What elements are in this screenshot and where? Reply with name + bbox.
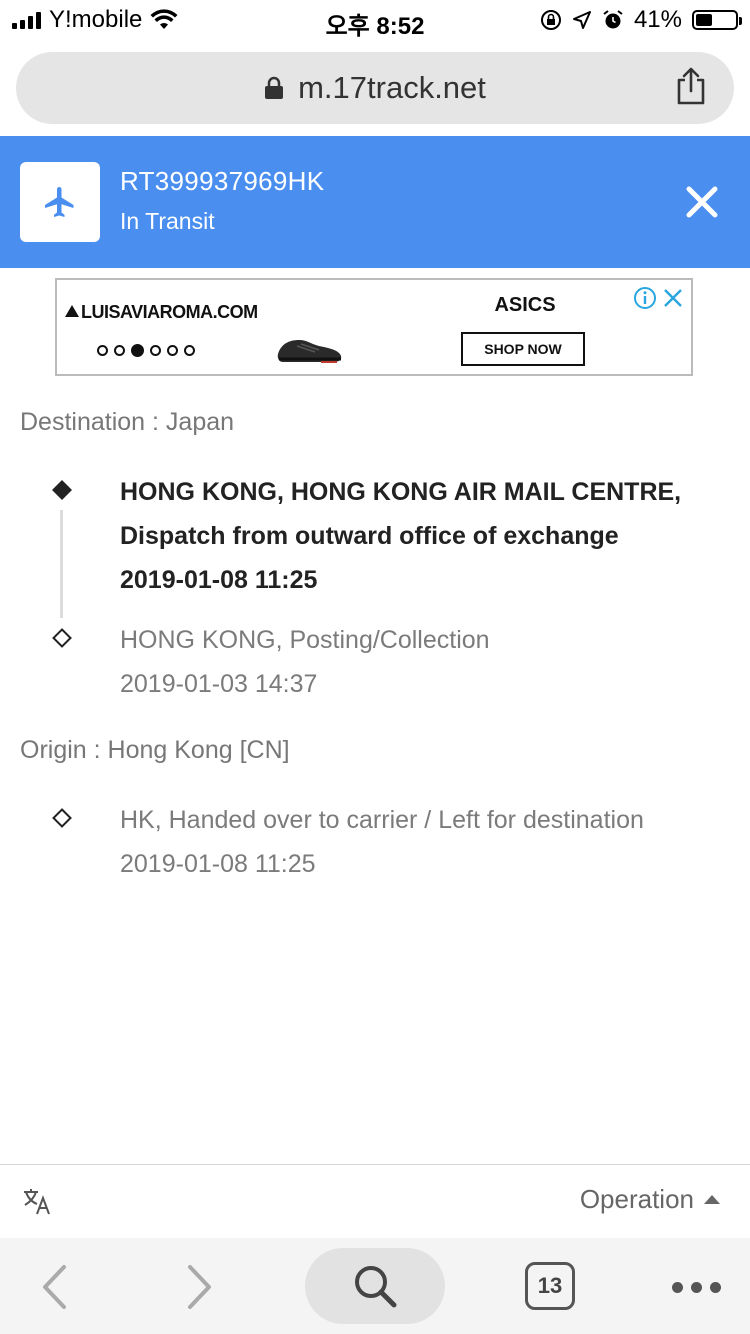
event-time: 2019-01-03 14:37 (120, 670, 318, 698)
event-location: HONG KONG, HONG KONG AIR MAIL CENTRE, (120, 478, 682, 506)
event-time: 2019-01-08 11:25 (120, 850, 316, 878)
battery-percent: 41% (633, 6, 682, 33)
ad-info-icon[interactable] (633, 286, 657, 310)
ad-title: ASICS (494, 294, 556, 316)
event-time: 2019-01-08 11:25 (120, 566, 318, 594)
event-marker-icon (52, 628, 72, 648)
forward-icon[interactable] (186, 1264, 214, 1310)
destination-label: Destination : Japan (20, 408, 235, 436)
search-icon (355, 1266, 397, 1308)
more-menu-icon[interactable] (672, 1282, 721, 1293)
carrier-badge (20, 162, 100, 242)
event-description: HONG KONG, Posting/Collection (120, 626, 490, 654)
ad-brand-logo: LUISAVIAROMA.COM (65, 302, 258, 323)
ad-close-icon[interactable] (661, 286, 685, 310)
ad-carousel-dots (97, 344, 195, 357)
orientation-lock-icon (540, 10, 561, 30)
tracking-event: HONG KONG, Posting/Collection 2019-01-03… (120, 618, 730, 706)
translate-icon[interactable] (22, 1186, 52, 1216)
latest-event-marker-icon (52, 480, 72, 500)
url-text: m.17track.net (298, 70, 486, 105)
search-button[interactable] (305, 1248, 445, 1324)
carousel-dot[interactable] (167, 345, 178, 356)
location-icon (572, 11, 591, 29)
tracking-number: RT399937969HK (120, 166, 325, 196)
carousel-dot[interactable] (184, 345, 195, 356)
operation-menu-button[interactable]: Operation (580, 1184, 720, 1215)
caret-up-icon (704, 1195, 720, 1204)
battery-icon (692, 10, 742, 30)
carousel-dot[interactable] (150, 345, 161, 356)
event-description: HK, Handed over to carrier / Left for de… (120, 806, 644, 834)
carousel-dot[interactable] (114, 345, 125, 356)
timeline-line (60, 510, 63, 618)
back-icon[interactable] (40, 1264, 68, 1310)
tracking-event: HK, Handed over to carrier / Left for de… (120, 798, 730, 886)
shipment-status: In Transit (120, 208, 215, 234)
status-bar: Y!mobile 오후 8:52 41% (0, 0, 750, 40)
airplane-icon (45, 187, 74, 217)
browser-toolbar: 13 (0, 1238, 750, 1334)
close-icon[interactable] (684, 184, 720, 220)
operation-label: Operation (579, 1184, 694, 1214)
address-bar[interactable]: m.17track.net (16, 52, 734, 124)
event-marker-icon (52, 808, 72, 828)
shoe-image (277, 340, 342, 363)
shop-now-button[interactable]: SHOP NOW (461, 332, 585, 366)
tabs-button[interactable]: 13 (525, 1262, 575, 1310)
ad-banner[interactable]: LUISAVIAROMA.COM ASICS SHOP NOW (55, 278, 693, 376)
carousel-dot[interactable] (131, 344, 144, 357)
divider (0, 1164, 750, 1165)
carousel-dot[interactable] (97, 345, 108, 356)
alarm-icon (603, 10, 623, 29)
origin-label: Origin : Hong Kong [CN] (20, 736, 290, 764)
shipment-header: RT399937969HK In Transit (0, 136, 750, 268)
tracking-event-latest: HONG KONG, HONG KONG AIR MAIL CENTRE, Di… (120, 470, 730, 602)
event-description: Dispatch from outward office of exchange (120, 522, 619, 550)
share-icon[interactable] (674, 66, 708, 106)
lock-icon (265, 76, 284, 99)
